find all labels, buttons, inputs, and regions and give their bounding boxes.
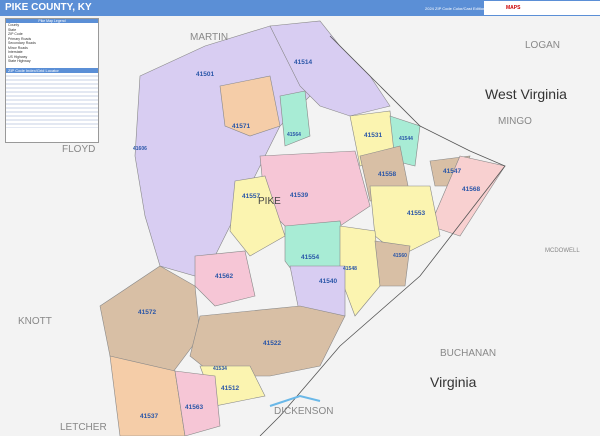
publisher-logo: MAPS <box>484 1 600 15</box>
zip-label: 41544 <box>399 136 413 142</box>
pike-county-label: PIKE <box>258 196 281 207</box>
county-label: FLOYD <box>62 144 96 155</box>
zip-label: 41531 <box>364 132 383 139</box>
zip-label: 41563 <box>185 404 204 411</box>
zip-label: 41539 <box>290 192 309 199</box>
header-bar: PIKE COUNTY, KY 2024 ZIP Code Color/Cast… <box>0 0 600 16</box>
zip-label: 41537 <box>140 413 159 420</box>
legend-label: State Highway <box>8 59 31 63</box>
zip-label: 41572 <box>138 309 157 316</box>
zip-label: 41534 <box>213 366 227 372</box>
zip-label: 41514 <box>294 59 313 66</box>
state-label: Virginia <box>430 374 477 390</box>
zip-label: 41571 <box>232 123 251 130</box>
zip-label: 41558 <box>378 171 397 178</box>
zip-label: 41557 <box>242 193 261 200</box>
county-label: DICKENSON <box>274 406 334 417</box>
zip-label: 41540 <box>319 278 338 285</box>
zip-index-table <box>6 72 98 128</box>
zip-label: 41553 <box>407 210 426 217</box>
zip-label: 41568 <box>462 186 481 193</box>
map-legend: Pike Map Legend County State ZIP Code Pr… <box>5 18 99 143</box>
zip-label: 41522 <box>263 340 282 347</box>
zip-label: 41548 <box>343 266 357 272</box>
county-label: MARTIN <box>190 32 229 43</box>
county-label: BUCHANAN <box>440 348 497 359</box>
logo-text: MAPS <box>506 5 521 11</box>
zip-label: 41606 <box>133 146 147 152</box>
zip-label: 41547 <box>443 168 462 175</box>
edition-label: 2024 ZIP Code Color/Cast Edition <box>425 6 486 11</box>
river <box>269 394 321 407</box>
zip-label: 41554 <box>301 254 320 261</box>
map-title: PIKE COUNTY, KY <box>5 2 92 13</box>
county-label: KNOTT <box>18 316 52 327</box>
legend-row: State Highway <box>6 59 98 64</box>
zip-label: 41562 <box>215 273 234 280</box>
zip-label: 41564 <box>287 132 301 138</box>
zip-label: 41560 <box>393 253 407 259</box>
zip-label: 41512 <box>221 385 240 392</box>
county-label: MCDOWELL <box>545 248 580 254</box>
zip-area-41560 <box>374 240 411 287</box>
zip-label: 41501 <box>196 71 215 78</box>
county-label: LOGAN <box>525 40 561 51</box>
county-label: MINGO <box>498 116 532 127</box>
state-label: West Virginia <box>485 86 567 102</box>
county-label: LETCHER <box>60 422 107 433</box>
